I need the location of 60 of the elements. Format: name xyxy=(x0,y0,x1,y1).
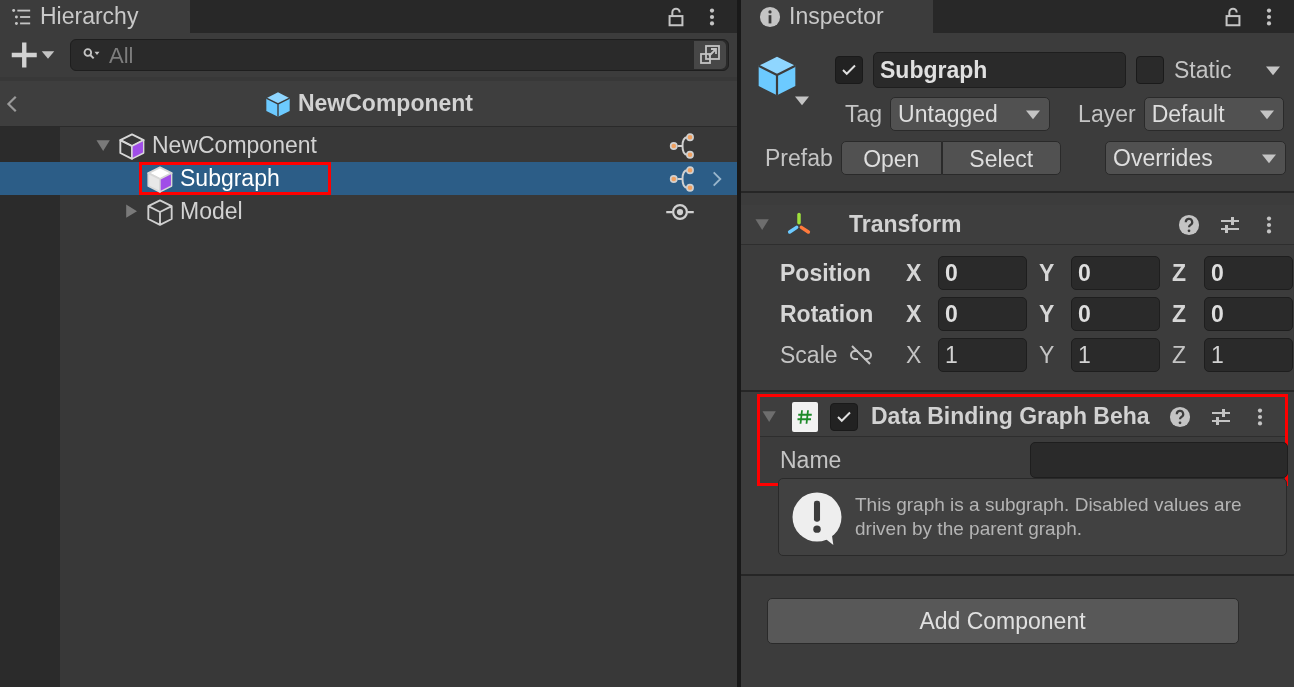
prefab-button[interactable]: Select xyxy=(941,141,1061,175)
axis-label: Z xyxy=(1172,340,1188,370)
static-checkbox[interactable] xyxy=(1136,56,1164,84)
axis-label: X xyxy=(906,340,923,370)
scene-search-icon[interactable] xyxy=(698,43,722,67)
axis-label: X xyxy=(906,299,923,329)
axis-label: X xyxy=(906,258,923,288)
tab-label: Hierarchy xyxy=(40,2,139,32)
cube-icon xyxy=(146,164,174,193)
field-label: Name xyxy=(780,445,843,475)
number-field[interactable]: 0 xyxy=(1204,297,1293,331)
add-component-button[interactable]: Add Component xyxy=(766,598,1239,644)
number-field[interactable]: 0 xyxy=(1071,297,1160,331)
component-title[interactable]: Transform xyxy=(849,207,962,242)
number-field[interactable]: 0 xyxy=(1071,256,1160,290)
text-field[interactable] xyxy=(1030,442,1288,478)
field-label: Rotation xyxy=(780,299,874,329)
number-field[interactable]: 1 xyxy=(1071,338,1160,372)
active-checkbox[interactable] xyxy=(835,56,863,84)
number-field[interactable]: 0 xyxy=(938,297,1027,331)
overrides-dropdown[interactable]: Overrides xyxy=(1105,141,1286,175)
help-icon[interactable] xyxy=(1178,213,1200,236)
hierarchy-row[interactable]: Subgraph xyxy=(0,162,737,195)
number-field[interactable]: 0 xyxy=(1204,256,1293,290)
axis-label: Y xyxy=(1039,299,1056,329)
field-label: Scale xyxy=(780,340,838,370)
prefab-label: Prefab xyxy=(765,143,833,173)
tag-label: Tag xyxy=(845,99,883,129)
breadcrumb-title: NewComponent xyxy=(297,89,474,119)
tab-label: Inspector xyxy=(789,2,884,32)
cube-icon xyxy=(118,131,146,160)
item-label[interactable]: Subgraph xyxy=(180,161,280,196)
inspector-tab[interactable]: Inspector xyxy=(741,0,933,33)
prefab-button[interactable]: Open xyxy=(840,141,942,175)
axis-label: Z xyxy=(1172,258,1188,288)
tag-dropdown[interactable]: Untagged xyxy=(890,97,1051,131)
help-icon[interactable] xyxy=(1169,405,1191,428)
axis-label: Y xyxy=(1039,340,1056,370)
hierarchy-tab[interactable]: Hierarchy xyxy=(0,0,190,33)
layer-dropdown[interactable]: Default xyxy=(1143,97,1284,131)
layer-label: Layer xyxy=(1078,99,1136,129)
axis-label: Z xyxy=(1172,299,1188,329)
info-icon xyxy=(759,5,781,28)
number-field[interactable]: 0 xyxy=(938,256,1027,290)
help-text: This graph is a subgraph. Disabled values are driven by the parent graph. xyxy=(855,493,1243,541)
search-bar[interactable]: All xyxy=(70,39,729,71)
unlinked-icon[interactable] xyxy=(847,343,874,367)
hierarchy-row[interactable]: Model xyxy=(0,195,737,228)
number-field[interactable]: 1 xyxy=(938,338,1027,372)
item-label[interactable]: NewComponent xyxy=(152,128,317,163)
static-label: Static xyxy=(1174,55,1232,85)
hierarchy-row[interactable]: NewComponent xyxy=(0,129,737,162)
name-field[interactable]: Subgraph xyxy=(873,52,1126,88)
component-title[interactable]: Data Binding Graph Beha xyxy=(871,399,1150,434)
item-label[interactable]: Model xyxy=(180,194,243,229)
number-field[interactable]: 1 xyxy=(1204,338,1293,372)
field-label: Position xyxy=(780,258,871,288)
enabled-checkbox[interactable] xyxy=(830,402,858,431)
axis-label: Y xyxy=(1039,258,1056,288)
cube-icon xyxy=(146,197,174,226)
